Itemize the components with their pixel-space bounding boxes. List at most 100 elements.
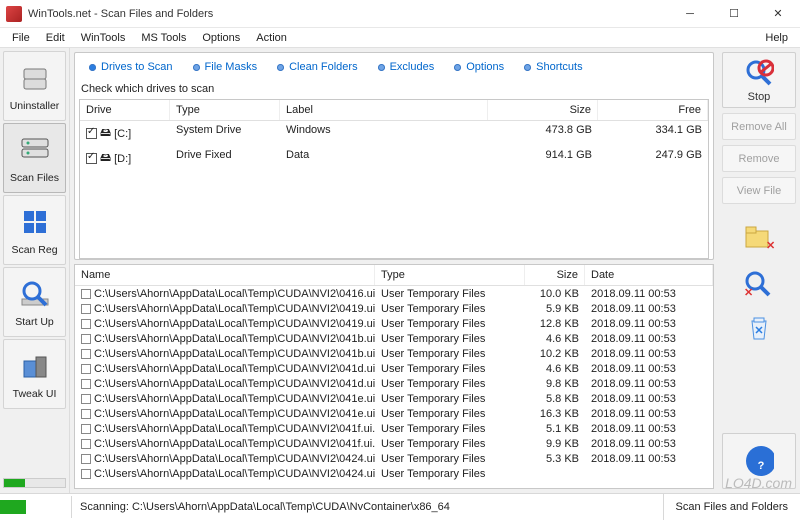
result-row[interactable]: C:\Users\Ahorn\AppData\Local\Temp\CUDA\N…: [75, 331, 713, 346]
tab-clean-folders[interactable]: Clean Folders: [267, 57, 367, 77]
row-checkbox[interactable]: [81, 424, 91, 434]
nav-scan-files[interactable]: Scan Files: [3, 123, 66, 193]
drive-row[interactable]: 🖴[C:]System DriveWindows473.8 GB334.1 GB: [80, 121, 708, 146]
result-row[interactable]: C:\Users\Ahorn\AppData\Local\Temp\CUDA\N…: [75, 361, 713, 376]
file-size: 10.0 KB: [525, 286, 585, 301]
result-row[interactable]: C:\Users\Ahorn\AppData\Local\Temp\CUDA\N…: [75, 316, 713, 331]
file-size: 16.3 KB: [525, 406, 585, 421]
stop-icon: [744, 58, 774, 88]
row-checkbox[interactable]: [81, 379, 91, 389]
drive-size: 473.8 GB: [488, 121, 598, 146]
help-button[interactable]: ?: [722, 433, 796, 489]
nav-scan-reg-label: Scan Reg: [11, 244, 57, 256]
view-file-button[interactable]: View File: [722, 177, 796, 204]
results-list: Name Type Size Date C:\Users\Ahorn\AppDa…: [74, 264, 714, 489]
col-size[interactable]: Size: [488, 100, 598, 120]
result-row[interactable]: C:\Users\Ahorn\AppData\Local\Temp\CUDA\N…: [75, 391, 713, 406]
result-row[interactable]: C:\Users\Ahorn\AppData\Local\Temp\CUDA\N…: [75, 301, 713, 316]
col-name[interactable]: Name: [75, 265, 375, 285]
nav-tweak-ui[interactable]: Tweak UI: [3, 339, 66, 409]
file-date: 2018.09.11 00:53: [585, 421, 713, 436]
search-delete-icon[interactable]: ✕: [722, 263, 796, 303]
col-label[interactable]: Label: [280, 100, 488, 120]
drive-row[interactable]: 🖴[D:]Drive FixedData914.1 GB247.9 GB: [80, 146, 708, 171]
row-checkbox[interactable]: [81, 319, 91, 329]
status-mode: Scan Files and Folders: [664, 494, 800, 520]
scan-reg-icon: [17, 204, 53, 240]
drive-checkbox[interactable]: [86, 153, 97, 164]
menu-bar: File Edit WinTools MS Tools Options Acti…: [0, 28, 800, 48]
drive-type: System Drive: [170, 121, 280, 146]
result-row[interactable]: C:\Users\Ahorn\AppData\Local\Temp\CUDA\N…: [75, 286, 713, 301]
result-row[interactable]: C:\Users\Ahorn\AppData\Local\Temp\CUDA\N…: [75, 421, 713, 436]
file-type: User Temporary Files: [375, 466, 525, 481]
col-drive[interactable]: Drive: [80, 100, 170, 120]
col-size[interactable]: Size: [525, 265, 585, 285]
tab-excludes[interactable]: Excludes: [368, 57, 445, 77]
remove-all-button[interactable]: Remove All: [722, 113, 796, 140]
recycle-bin-icon[interactable]: [722, 308, 796, 348]
menu-mstools[interactable]: MS Tools: [133, 30, 194, 46]
status-bar: Scanning: C:\Users\Ahorn\AppData\Local\T…: [0, 493, 800, 519]
result-row[interactable]: C:\Users\Ahorn\AppData\Local\Temp\CUDA\N…: [75, 406, 713, 421]
file-size: 10.2 KB: [525, 346, 585, 361]
row-checkbox[interactable]: [81, 409, 91, 419]
menu-wintools[interactable]: WinTools: [73, 30, 134, 46]
minimize-button[interactable]: ─: [668, 0, 712, 28]
file-date: 2018.09.11 00:53: [585, 286, 713, 301]
maximize-button[interactable]: ☐: [712, 0, 756, 28]
menu-edit[interactable]: Edit: [38, 30, 73, 46]
file-name: C:\Users\Ahorn\AppData\Local\Temp\CUDA\N…: [94, 408, 375, 420]
result-row[interactable]: C:\Users\Ahorn\AppData\Local\Temp\CUDA\N…: [75, 466, 713, 481]
results-body[interactable]: C:\Users\Ahorn\AppData\Local\Temp\CUDA\N…: [75, 286, 713, 488]
scan-files-icon: [17, 132, 53, 168]
tab-shortcuts[interactable]: Shortcuts: [514, 57, 592, 77]
drive-checkbox[interactable]: [86, 128, 97, 139]
tab-options[interactable]: Options: [444, 57, 514, 77]
result-row[interactable]: C:\Users\Ahorn\AppData\Local\Temp\CUDA\N…: [75, 451, 713, 466]
result-row[interactable]: C:\Users\Ahorn\AppData\Local\Temp\CUDA\N…: [75, 346, 713, 361]
tabs-row: Drives to Scan File Masks Clean Folders …: [79, 57, 709, 77]
remove-button[interactable]: Remove: [722, 145, 796, 172]
col-date[interactable]: Date: [585, 265, 713, 285]
result-row[interactable]: C:\Users\Ahorn\AppData\Local\Temp\CUDA\N…: [75, 436, 713, 451]
stop-button[interactable]: Stop: [722, 52, 796, 108]
row-checkbox[interactable]: [81, 304, 91, 314]
result-row[interactable]: C:\Users\Ahorn\AppData\Local\Temp\CUDA\N…: [75, 376, 713, 391]
drives-table: Drive Type Label Size Free 🖴[C:]System D…: [79, 99, 709, 259]
tab-file-masks[interactable]: File Masks: [183, 57, 268, 77]
menu-file[interactable]: File: [4, 30, 38, 46]
nav-start-up[interactable]: Start Up: [3, 267, 66, 337]
tab-drives-to-scan[interactable]: Drives to Scan: [79, 57, 183, 77]
col-type[interactable]: Type: [170, 100, 280, 120]
menu-action[interactable]: Action: [248, 30, 295, 46]
row-checkbox[interactable]: [81, 394, 91, 404]
menu-help[interactable]: Help: [757, 30, 796, 46]
close-button[interactable]: ✕: [756, 0, 800, 28]
file-size: 5.3 KB: [525, 451, 585, 466]
file-name: C:\Users\Ahorn\AppData\Local\Temp\CUDA\N…: [94, 438, 375, 450]
nav-uninstaller[interactable]: Uninstaller: [3, 51, 66, 121]
row-checkbox[interactable]: [81, 364, 91, 374]
row-checkbox[interactable]: [81, 439, 91, 449]
row-checkbox[interactable]: [81, 454, 91, 464]
row-checkbox[interactable]: [81, 469, 91, 479]
drive-icon: 🖴: [100, 149, 111, 168]
file-name: C:\Users\Ahorn\AppData\Local\Temp\CUDA\N…: [94, 288, 375, 300]
file-name: C:\Users\Ahorn\AppData\Local\Temp\CUDA\N…: [94, 348, 375, 360]
bullet-icon: [277, 64, 284, 71]
file-date: 2018.09.11 00:53: [585, 376, 713, 391]
folder-delete-icon[interactable]: ✕: [722, 218, 796, 258]
menu-options[interactable]: Options: [194, 30, 248, 46]
svg-text:?: ?: [758, 460, 765, 472]
tab-label: Excludes: [390, 61, 435, 73]
col-type[interactable]: Type: [375, 265, 525, 285]
bullet-icon: [89, 64, 96, 71]
col-free[interactable]: Free: [598, 100, 708, 120]
row-checkbox[interactable]: [81, 349, 91, 359]
file-date: 2018.09.11 00:53: [585, 301, 713, 316]
row-checkbox[interactable]: [81, 334, 91, 344]
nav-scan-reg[interactable]: Scan Reg: [3, 195, 66, 265]
row-checkbox[interactable]: [81, 289, 91, 299]
file-size: 4.6 KB: [525, 361, 585, 376]
